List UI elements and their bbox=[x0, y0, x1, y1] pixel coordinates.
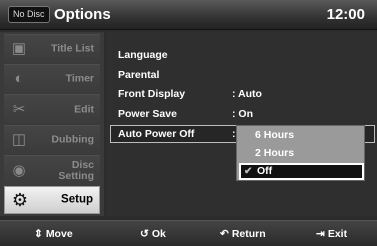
sidebar-item-label: Dubbing bbox=[51, 133, 94, 146]
hint-ok: ↺ Ok bbox=[140, 228, 166, 240]
disc-status-badge: No Disc bbox=[8, 6, 50, 23]
return-icon: ↶ bbox=[220, 228, 229, 240]
hint-move: ⇕ Move bbox=[34, 228, 73, 240]
clock: 12:00 bbox=[326, 6, 365, 23]
sidebar-item-disc-setting[interactable]: ◉ Disc Setting bbox=[4, 155, 100, 185]
sidebar-item-label: Setup bbox=[61, 193, 93, 206]
sidebar-item-title-list[interactable]: ▣ Title List bbox=[4, 34, 100, 63]
sidebar-item-label: Disc Setting bbox=[58, 158, 94, 182]
option-off[interactable]: ✔ Off bbox=[239, 163, 364, 180]
options-screen: No Disc Options 12:00 ▣ Title List ◐ Tim… bbox=[0, 0, 377, 246]
menu-item-parental[interactable]: Parental bbox=[118, 67, 159, 83]
timer-icon: ◐ bbox=[14, 70, 24, 87]
sidebar-item-edit[interactable]: ✂ Edit bbox=[4, 94, 100, 124]
checkmark-icon: ✔ bbox=[244, 166, 253, 177]
auto-power-off-dropdown: 6 Hours 2 Hours ✔ Off bbox=[236, 125, 365, 181]
edit-icon: ✂ bbox=[12, 100, 26, 118]
option-2-hours[interactable]: 2 Hours bbox=[239, 145, 364, 162]
footer-hint-bar: ⇕ Move ↺ Ok ↶ Return ⇥ Exit bbox=[0, 220, 377, 246]
setup-gear-icon: ⚙ bbox=[11, 190, 29, 210]
hint-return: ↶ Return bbox=[220, 228, 266, 240]
menu-item-auto-power-off[interactable]: Auto Power Off bbox=[118, 126, 194, 142]
menu-item-power-save[interactable]: Power Save bbox=[118, 106, 177, 122]
exit-icon: ⇥ bbox=[316, 228, 325, 240]
auto-power-off-value: : bbox=[232, 128, 236, 140]
menu-item-front-display[interactable]: Front Display bbox=[118, 86, 185, 102]
hint-exit: ⇥ Exit bbox=[316, 228, 348, 240]
menu-item-language[interactable]: Language bbox=[118, 47, 168, 63]
sidebar: ▣ Title List ◐ Timer ✂ Edit ◫ Dubbing ◉ … bbox=[0, 32, 104, 216]
sidebar-item-timer[interactable]: ◐ Timer bbox=[4, 64, 100, 93]
dubbing-icon: ◫ bbox=[11, 131, 27, 148]
disc-setting-icon: ◉ bbox=[12, 161, 26, 179]
ok-button-icon: ↺ bbox=[140, 228, 149, 240]
option-6-hours[interactable]: 6 Hours bbox=[239, 127, 364, 144]
sidebar-item-label: Timer bbox=[65, 72, 94, 85]
header-bar: No Disc Options 12:00 bbox=[0, 0, 377, 30]
up-down-arrows-icon: ⇕ bbox=[34, 228, 43, 240]
sidebar-item-label: Edit bbox=[74, 103, 94, 115]
sidebar-item-setup[interactable]: ⚙ Setup bbox=[4, 186, 100, 214]
power-save-value: : On bbox=[232, 108, 253, 120]
sidebar-item-label: Title List bbox=[51, 42, 94, 55]
page-title: Options bbox=[54, 6, 111, 23]
title-list-icon: ▣ bbox=[11, 40, 27, 57]
front-display-value: : Auto bbox=[232, 88, 262, 100]
sidebar-item-dubbing[interactable]: ◫ Dubbing bbox=[4, 125, 100, 154]
